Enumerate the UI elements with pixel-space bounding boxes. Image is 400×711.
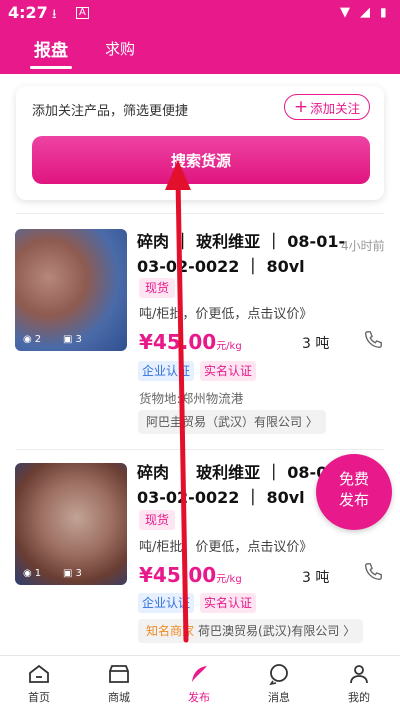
search-supply-button[interactable]: 搜索货源: [32, 136, 370, 184]
home-icon: [29, 664, 49, 683]
product-title: 碎肉 ｜ 玻利维亚 ｜ 08-01-03-02-0022 ｜ 80vl: [137, 232, 346, 276]
bargain-link[interactable]: 吨/柜批，价更低，点击议价》: [139, 303, 312, 322]
app-header: 4:27 ⭳ A ▼ ◢ ▮ 报盘 求购: [0, 0, 400, 74]
enterprise-badge: 企业认证: [138, 593, 195, 613]
phone-icon[interactable]: [362, 329, 384, 351]
quantity: 3 吨: [302, 336, 330, 352]
active-tab-indicator: [30, 66, 72, 69]
realname-badge: 实名认证: [200, 593, 257, 613]
realname-badge: 实名认证: [200, 361, 257, 381]
wifi-icon: ▼: [340, 5, 350, 20]
free-publish-button[interactable]: 免费 发布: [316, 454, 392, 530]
add-follow-label: 添加关注: [310, 100, 361, 116]
divider: [16, 213, 384, 214]
product-image[interactable]: ◉ 2 ▣ 3: [15, 229, 127, 351]
follow-hint: 添加关注产品，筛选更便捷: [32, 104, 189, 119]
feather-icon: [192, 666, 207, 682]
company-link[interactable]: 阿巴圭贸易（武汉）有限公司 〉: [138, 410, 326, 434]
search-card: 添加关注产品，筛选更便捷 + 添加关注 搜索货源: [16, 86, 384, 200]
nav-store[interactable]: 商城: [89, 662, 149, 705]
company-link[interactable]: 知名商家 荷巴澳贸易(武汉)有限公司 〉: [138, 619, 364, 643]
plus-icon: +: [293, 97, 309, 117]
tab-bar: 报盘 求购: [0, 34, 400, 74]
cargo-location: 货物地:郑州物流港: [139, 391, 244, 406]
notification-icon: A: [76, 7, 89, 19]
price: ¥45.00元/kg: [139, 563, 242, 587]
eye-icon: ◉: [23, 334, 32, 345]
photo-count: ▣ 3: [63, 334, 82, 345]
famous-merchant-badge: 知名商家: [146, 624, 195, 638]
product-card[interactable]: ◉ 2 ▣ 3 碎肉 ｜ 玻利维亚 ｜ 08-01-03-02-0022 ｜ 80v…: [0, 213, 400, 438]
in-stock-tag: 现货: [139, 278, 176, 298]
search-supply-label: 搜索货源: [170, 151, 231, 170]
bottom-nav: 首页 商城 发布 消息 我的: [0, 655, 400, 711]
view-count: ◉ 1: [23, 568, 42, 579]
user-icon: [350, 665, 368, 684]
quantity: 3 吨: [302, 570, 330, 586]
signal-icon: ◢: [360, 5, 370, 20]
price: ¥45.00元/kg: [139, 330, 242, 354]
in-stock-tag: 现货: [139, 510, 176, 530]
eye-icon: ◉: [23, 568, 32, 579]
download-icon: ⭳: [52, 7, 57, 22]
nav-home[interactable]: 首页: [9, 662, 69, 705]
price-unit: 元/kg: [216, 341, 242, 352]
image-icon: ▣: [63, 568, 73, 579]
image-icon: ▣: [63, 334, 73, 345]
nav-messages[interactable]: 消息: [249, 662, 309, 705]
bargain-link[interactable]: 吨/柜批，价更低，点击议价》: [139, 536, 312, 555]
post-time: 4小时前: [341, 239, 385, 253]
phone-icon[interactable]: [362, 561, 384, 583]
product-image[interactable]: ◉ 1 ▣ 3: [15, 463, 127, 585]
battery-icon: ▮: [380, 5, 387, 19]
nav-publish[interactable]: 发布: [169, 662, 229, 705]
nav-profile[interactable]: 我的: [329, 662, 389, 705]
enterprise-badge: 企业认证: [138, 361, 195, 381]
photo-count: ▣ 3: [63, 568, 82, 579]
tab-offers[interactable]: 报盘: [34, 36, 68, 61]
divider: [16, 449, 384, 450]
status-bar: 4:27 ⭳ A ▼ ◢ ▮: [0, 0, 400, 26]
add-follow-button[interactable]: + 添加关注: [284, 94, 370, 120]
store-icon: [109, 665, 129, 683]
chat-icon: [269, 664, 288, 686]
view-count: ◉ 2: [23, 334, 42, 345]
tab-wanted[interactable]: 求购: [105, 38, 135, 59]
status-time: 4:27: [8, 3, 48, 22]
price-unit: 元/kg: [216, 574, 242, 585]
